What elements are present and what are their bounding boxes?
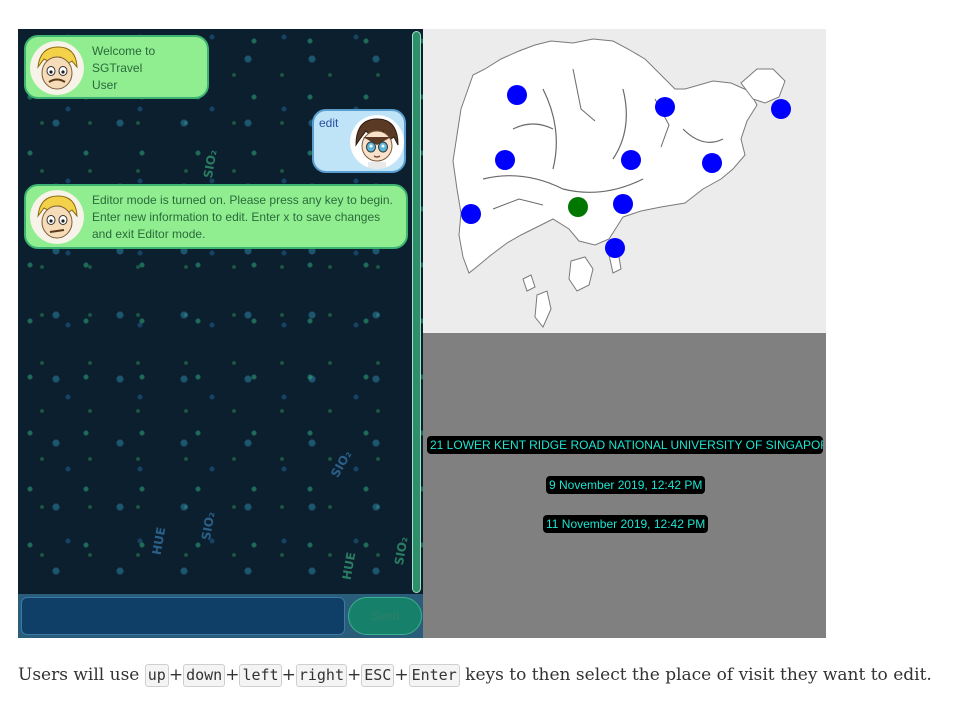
end-time-label: 11 November 2019, 12:42 PM: [543, 515, 709, 533]
caption-prefix: Users will use: [18, 665, 145, 685]
editor-mode-text: Editor mode is turned on. Please press a…: [92, 192, 404, 243]
bot-avatar-icon: [30, 190, 84, 244]
singapore-map: [452, 38, 791, 328]
doodle-text: SIO₂: [198, 510, 218, 542]
chat-scrollbar[interactable]: [412, 31, 421, 593]
selected-location-marker[interactable]: [568, 197, 588, 217]
location-marker[interactable]: [495, 150, 515, 170]
location-marker[interactable]: [507, 85, 527, 105]
user-avatar-icon: [350, 115, 404, 169]
editor-mode-line: Editor mode is turned on. Please press a…: [92, 193, 393, 207]
southern-island: [568, 256, 594, 292]
doodle-text: SIO₂: [328, 448, 355, 480]
welcome-line: Welcome to: [92, 44, 156, 58]
start-time-label: 9 November 2019, 12:42 PM: [546, 476, 706, 494]
location-marker[interactable]: [655, 97, 675, 117]
address-label: 21 LOWER KENT RIDGE ROAD NATIONAL UNIVER…: [427, 436, 823, 454]
location-marker[interactable]: [771, 99, 791, 119]
key-down: down: [183, 664, 226, 687]
location-marker[interactable]: [461, 204, 481, 224]
southern-island: [522, 274, 536, 292]
key-left: left: [239, 664, 282, 687]
southern-island: [534, 290, 552, 328]
key-up: up: [144, 664, 169, 687]
editor-mode-line: Enter new information to edit. Enter x t…: [92, 210, 381, 224]
map-panel: [423, 29, 826, 333]
welcome-line: User: [92, 78, 118, 92]
welcome-text: Welcome to SGTravel User: [92, 43, 202, 94]
key-esc: ESC: [361, 664, 395, 687]
caption: Users will use up + down + left + right + ESC + En…: [18, 661, 938, 690]
bot-avatar-icon: [30, 41, 84, 95]
user-message-text: edit: [319, 116, 339, 130]
doodle-text: HUE: [149, 526, 169, 556]
key-separator: +: [281, 665, 296, 685]
doodle-text: HUE: [339, 551, 359, 581]
input-bar: Send: [18, 594, 423, 638]
location-marker[interactable]: [621, 150, 641, 170]
key-separator: +: [168, 665, 184, 685]
key-right: right: [295, 664, 347, 687]
doodle-text: SIO₂: [200, 148, 220, 180]
caption-suffix: keys to then select the place of visit t…: [459, 665, 932, 685]
location-marker[interactable]: [702, 153, 722, 173]
bot-message-editor-mode: Editor mode is turned on. Please press a…: [24, 184, 408, 249]
key-separator: +: [225, 665, 240, 685]
key-separator: +: [394, 665, 409, 685]
sgtravel-window: SIO₂ HUE HUE SIO₂ SIO₂ SIO₂ Welcome to S…: [18, 29, 826, 638]
key-enter: Enter: [408, 664, 460, 687]
editor-mode-line: and exit Editor mode.: [92, 227, 206, 241]
send-button[interactable]: Send: [348, 597, 422, 635]
doodle-text: SIO₂: [391, 535, 411, 567]
chat-input[interactable]: [21, 597, 345, 635]
location-marker[interactable]: [605, 238, 625, 258]
location-marker[interactable]: [613, 194, 633, 214]
chat-panel: SIO₂ HUE HUE SIO₂ SIO₂ SIO₂ Welcome to S…: [18, 29, 423, 594]
info-panel: 21 LOWER KENT RIDGE ROAD NATIONAL UNIVER…: [423, 333, 826, 638]
key-separator: +: [347, 665, 362, 685]
user-message-edit: edit: [312, 109, 406, 173]
bot-message-welcome: Welcome to SGTravel User: [24, 35, 209, 99]
welcome-line: SGTravel: [92, 61, 143, 75]
